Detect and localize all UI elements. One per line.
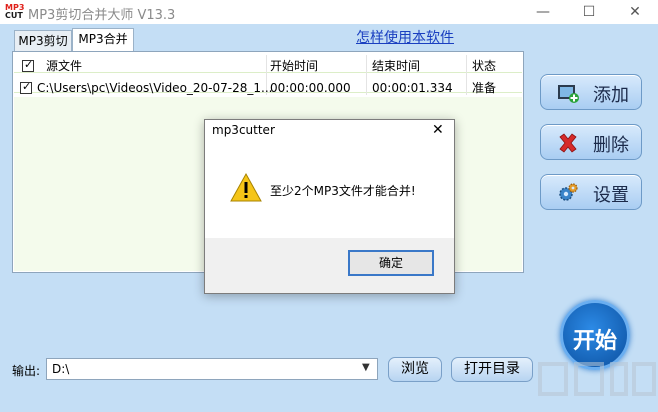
output-path-select[interactable] <box>46 358 378 380</box>
window-title: MP3剪切合并大师 V13.3 <box>28 8 176 23</box>
help-link[interactable]: 怎样使用本软件 <box>356 27 454 47</box>
close-button[interactable]: ✕ <box>612 0 658 24</box>
column-header-source[interactable]: 源文件 <box>46 55 82 77</box>
dialog-title: mp3cutter <box>212 123 275 137</box>
row-file-path[interactable]: C:\Users\pc\Videos\Video_20-07-28_1... <box>37 79 272 97</box>
output-path-value: D:\ <box>52 362 70 376</box>
minimize-button[interactable]: — <box>520 0 566 24</box>
open-directory-button[interactable]: 打开目录 <box>451 357 533 382</box>
row-end-time: 00:00:01.334 <box>372 81 453 95</box>
dialog-close-icon[interactable]: ✕ <box>432 122 444 138</box>
watermark-icon <box>538 362 656 396</box>
output-label: 输出: <box>12 364 41 378</box>
chevron-down-icon[interactable]: ▼ <box>362 362 370 373</box>
row-start-time: 00:00:00.000 <box>270 81 351 95</box>
app-logo-icon: MP3 CUT <box>4 3 24 21</box>
maximize-button[interactable]: ☐ <box>566 0 612 24</box>
add-button[interactable]: 添加 <box>540 74 642 110</box>
logo-text-bottom: CUT <box>5 11 23 20</box>
tab-mp3-cut[interactable]: MP3剪切 <box>14 30 72 52</box>
column-header-start[interactable]: 开始时间 <box>270 55 318 77</box>
dialog-message: 至少2个MP3文件才能合并! <box>270 184 416 198</box>
tab-mp3-merge[interactable]: MP3合并 <box>72 28 134 52</box>
browse-button[interactable]: 浏览 <box>388 357 442 382</box>
add-button-label: 添加 <box>593 85 629 106</box>
delete-button[interactable]: 删除 <box>540 124 642 160</box>
column-divider <box>366 55 367 95</box>
row-status: 准备 <box>472 81 497 95</box>
settings-button[interactable]: 设置 <box>540 174 642 210</box>
delete-button-label: 删除 <box>593 135 629 156</box>
delete-x-icon <box>559 133 577 153</box>
watermark-logo <box>536 360 658 412</box>
warning-icon <box>230 172 262 202</box>
settings-button-label: 设置 <box>593 185 629 206</box>
column-divider <box>466 55 467 95</box>
film-add-icon <box>558 85 579 103</box>
row-checkbox[interactable] <box>20 80 32 94</box>
column-header-status[interactable]: 状态 <box>472 55 496 77</box>
dialog-ok-button[interactable]: 确定 <box>348 250 434 276</box>
gear-icon <box>559 183 578 201</box>
column-header-end[interactable]: 结束时间 <box>372 55 420 77</box>
select-all-checkbox[interactable] <box>22 58 34 72</box>
start-button-label: 开始 <box>572 329 617 354</box>
